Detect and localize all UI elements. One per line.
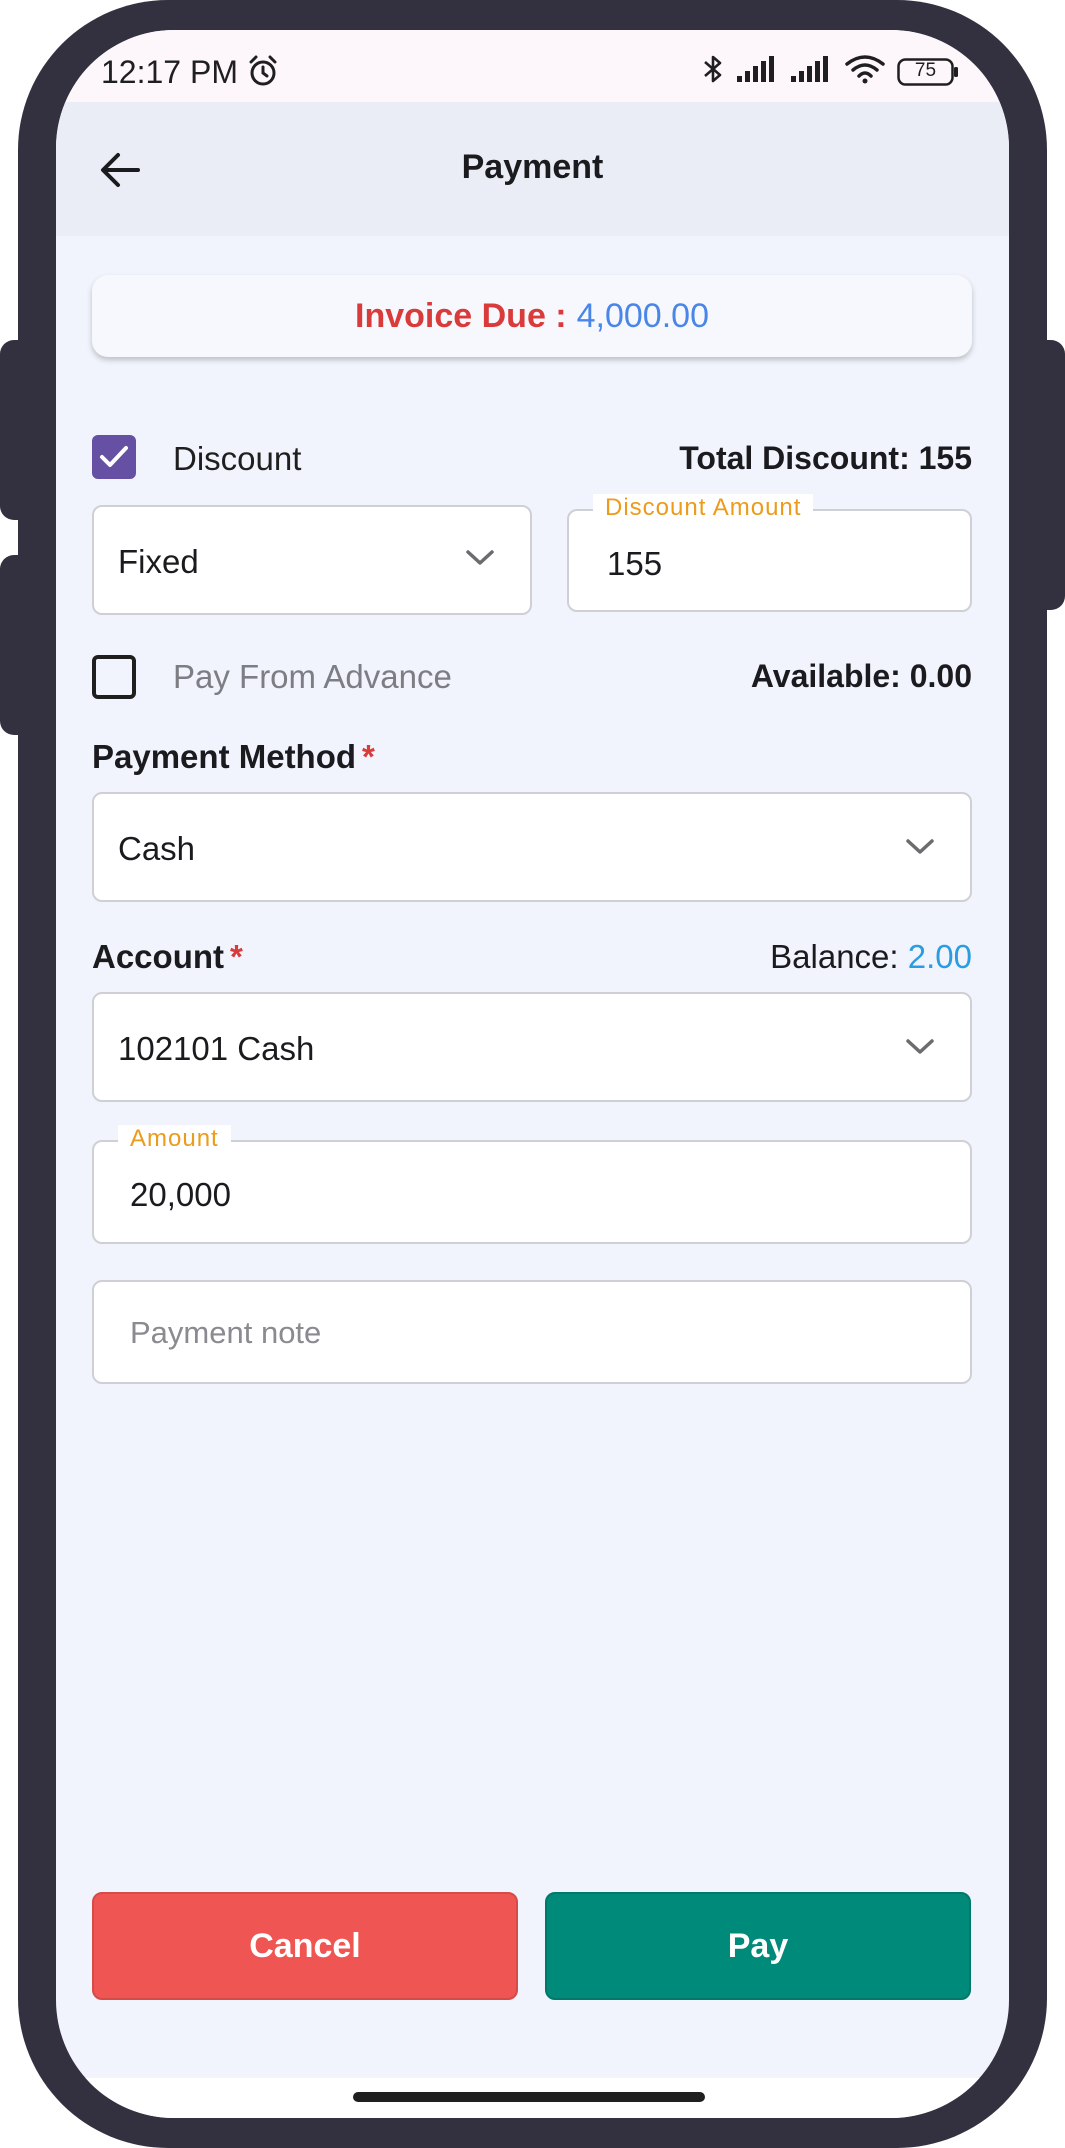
payment-method-label-text: Payment Method — [92, 738, 357, 775]
phone-frame: 12:17 PM 75 Payment Invoice Due: 4,000.… — [18, 0, 1047, 2148]
account-balance: Balance: 2.00 — [770, 938, 972, 976]
discount-type-select[interactable]: Fixed — [92, 505, 532, 615]
balance-label: Balance: — [770, 938, 899, 975]
required-mark: * — [230, 938, 243, 975]
status-bar: 12:17 PM 75 — [56, 30, 1009, 102]
discount-amount-label: Discount Amount — [593, 494, 814, 522]
page-title: Payment — [461, 148, 604, 186]
account-label: Account * — [92, 938, 243, 976]
amount-field[interactable]: Amount 20,000 — [92, 1125, 972, 1244]
available-balance: Available: 0.00 — [750, 658, 972, 694]
account-label-text: Account — [92, 938, 224, 975]
wifi-icon — [845, 54, 885, 89]
app-bar: Payment — [56, 102, 1009, 236]
signal-icon — [791, 54, 833, 89]
discount-amount-field[interactable]: Discount Amount 155 — [567, 494, 972, 612]
alarm-icon — [246, 54, 280, 93]
invoice-due-amount: 4,000.00 — [576, 296, 709, 335]
pay-button[interactable]: Pay — [545, 1892, 971, 2000]
chevron-down-icon — [464, 547, 496, 574]
amount-value: 20,000 — [130, 1176, 231, 1213]
discount-checkbox[interactable] — [92, 435, 136, 479]
account-value: 102101 Cash — [118, 1030, 315, 1067]
cancel-button[interactable]: Cancel — [92, 1892, 518, 2000]
total-discount: Total Discount: 155 — [679, 440, 972, 476]
balance-value: 2.00 — [907, 938, 972, 975]
battery-level: 75 — [914, 59, 937, 81]
battery-icon: 75 — [897, 57, 959, 86]
payment-note-field[interactable]: Payment note — [92, 1280, 972, 1384]
status-time: 12:17 PM — [101, 54, 238, 90]
discount-amount-value: 155 — [607, 545, 663, 582]
account-select[interactable]: 102101 Cash — [92, 992, 972, 1102]
signal-icon — [737, 54, 779, 89]
invoice-due-label: Invoice Due : — [355, 296, 567, 335]
payment-note-placeholder: Payment note — [130, 1315, 322, 1350]
pay-from-advance-label: Pay From Advance — [173, 658, 452, 695]
bluetooth-icon — [701, 52, 725, 91]
chevron-down-icon — [904, 1036, 936, 1063]
check-icon — [100, 446, 128, 467]
payment-method-value: Cash — [118, 830, 196, 867]
invoice-due-card: Invoice Due : 4,000.00 — [92, 275, 972, 357]
amount-label: Amount — [118, 1125, 231, 1153]
pay-from-advance-checkbox[interactable] — [92, 655, 136, 699]
screen: 12:17 PM 75 Payment Invoice Due: 4,000.… — [56, 30, 1009, 2118]
payment-method-select[interactable]: Cash — [92, 792, 972, 902]
home-indicator[interactable] — [353, 2092, 705, 2102]
payment-method-label: Payment Method * — [92, 738, 375, 776]
chevron-down-icon — [904, 836, 936, 863]
discount-type-value: Fixed — [118, 543, 199, 580]
required-mark: * — [362, 738, 375, 775]
discount-label: Discount — [173, 440, 302, 477]
